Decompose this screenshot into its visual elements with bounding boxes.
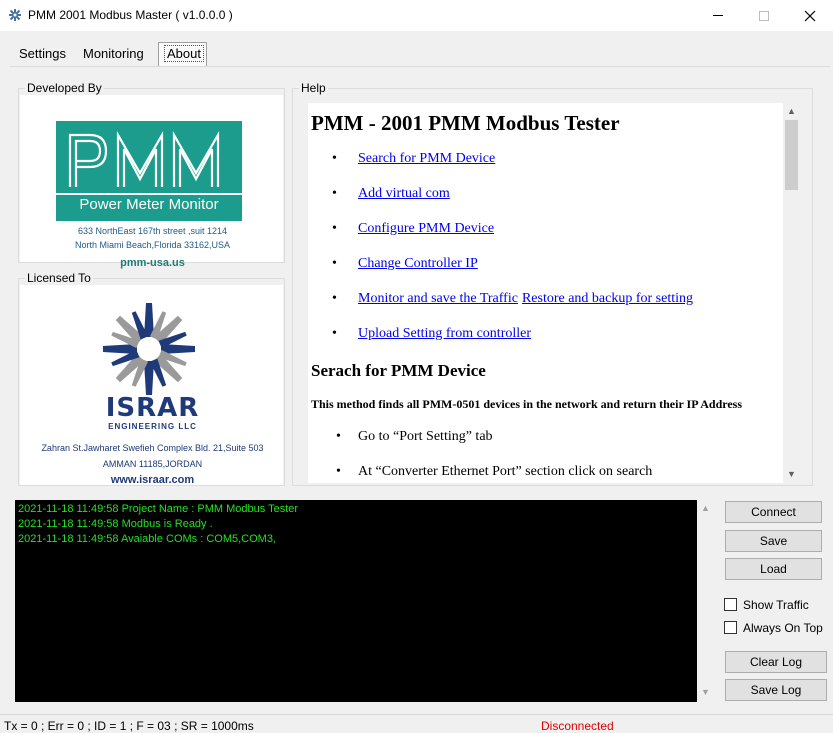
link-change-controller-ip[interactable]: Change Controller IP [358, 256, 478, 272]
help-heading: PMM - 2001 PMM Modbus Tester [311, 111, 620, 135]
help-scrollbar[interactable]: ▲ ▼ [783, 103, 800, 483]
link-add-virtual-com[interactable]: Add virtual com [358, 186, 450, 202]
developed-by-label: Developed By [25, 81, 104, 95]
minimize-button[interactable] [695, 0, 741, 31]
help-section-heading: Serach for PMM Device [311, 361, 486, 380]
licensee-website: www.israar.com [110, 474, 195, 486]
save-log-button[interactable]: Save Log [725, 679, 827, 701]
help-step: At “Converter Ethernet Port” section cli… [358, 464, 653, 479]
connect-button[interactable]: Connect [725, 501, 822, 523]
maximize-icon [759, 10, 769, 21]
developer-logo-panel: Power Meter Monitor 633 NorthEast 167th … [20, 95, 283, 269]
minimize-icon [713, 15, 723, 16]
tab-settings[interactable]: Settings [14, 43, 71, 66]
scroll-down-icon[interactable]: ▼ [697, 684, 714, 701]
close-icon [804, 10, 816, 21]
load-button[interactable]: Load [725, 558, 822, 580]
pmm-logo-tagline: Power Meter Monitor [56, 193, 242, 215]
help-group: Help PMM - 2001 PMM Modbus Tester Search… [292, 81, 813, 486]
link-monitor-traffic[interactable]: Monitor and save the Traffic [358, 291, 518, 306]
title-bar: PMM 2001 Modbus Master ( v1.0.0.0 ) [0, 0, 833, 31]
developer-website: pmm-usa.us [120, 257, 185, 269]
pmm-logo-letters [68, 130, 220, 187]
clear-log-button[interactable]: Clear Log [725, 651, 827, 673]
help-step: Go to “Port Setting” tab [358, 429, 493, 444]
tab-panel-border [10, 66, 830, 67]
always-on-top-checkbox[interactable] [724, 621, 737, 634]
developer-address-line2: North Miami Beach,Florida 33162,USA [74, 240, 231, 250]
licensed-to-label: Licensed To [25, 271, 93, 285]
close-button[interactable] [787, 0, 833, 31]
licensed-to-group: ISRAR ENGINEERING LLC Zahran St.Jawharet… [18, 271, 285, 486]
israr-logo-name: ISRAR [105, 393, 200, 423]
save-button[interactable]: Save [725, 530, 822, 552]
link-configure-device[interactable]: Configure PMM Device [358, 221, 494, 237]
link-upload-setting[interactable]: Upload Setting from controller [358, 326, 531, 342]
log-scrollbar[interactable]: ▲ ▼ [697, 500, 714, 702]
scroll-up-icon[interactable]: ▲ [697, 500, 714, 517]
tab-about[interactable]: About [158, 42, 207, 66]
show-traffic-label[interactable]: Show Traffic [743, 598, 809, 612]
tab-about-label: About [164, 45, 204, 62]
licensee-logo-panel: ISRAR ENGINEERING LLC Zahran St.Jawharet… [20, 285, 283, 486]
link-restore-backup[interactable]: Restore and backup for setting [522, 291, 693, 306]
link-search-device[interactable]: Search for PMM Device [358, 151, 495, 167]
log-line: 2021-11-18 11:49:58 Modbus is Ready . [18, 518, 213, 530]
bullet: • [336, 464, 341, 479]
licensee-address-line1: Zahran St.Jawharet Swefieh Complex Bld. … [41, 443, 264, 453]
connection-status: Disconnected [541, 719, 614, 733]
status-stats: Tx = 0 ; Err = 0 ; ID = 1 ; F = 03 ; SR … [4, 719, 254, 733]
log-output[interactable]: 2021-11-18 11:49:58 Project Name : PMM M… [15, 500, 697, 702]
app-icon [9, 9, 21, 21]
help-document: PMM - 2001 PMM Modbus Tester Search for … [308, 103, 798, 483]
always-on-top-label[interactable]: Always On Top [743, 621, 823, 635]
log-line: 2021-11-18 11:49:58 Project Name : PMM M… [18, 503, 299, 515]
developer-address-line1: 633 NorthEast 167th street ,suit 1214 [77, 226, 228, 236]
scroll-up-icon[interactable]: ▲ [783, 103, 800, 120]
window-title: PMM 2001 Modbus Master ( v1.0.0.0 ) [28, 8, 233, 22]
maximize-button[interactable] [741, 0, 787, 31]
tab-monitoring[interactable]: Monitoring [78, 43, 149, 66]
scroll-down-icon[interactable]: ▼ [783, 466, 800, 483]
israr-logo-subtitle: ENGINEERING LLC [108, 422, 197, 431]
bullet: • [336, 429, 341, 444]
log-line: 2021-11-18 11:49:58 Avaiable COMs : COM5… [18, 533, 277, 545]
scroll-thumb[interactable] [785, 120, 798, 190]
status-bar-divider [0, 714, 833, 715]
help-label: Help [299, 81, 328, 95]
pmm-logo: Power Meter Monitor [56, 121, 242, 221]
show-traffic-checkbox[interactable] [724, 598, 737, 611]
licensee-address-line2: AMMAN 11185,JORDAN [102, 459, 203, 469]
help-section-intro: This method finds all PMM-0501 devices i… [311, 397, 743, 411]
developed-by-group: Power Meter Monitor 633 NorthEast 167th … [18, 81, 285, 269]
